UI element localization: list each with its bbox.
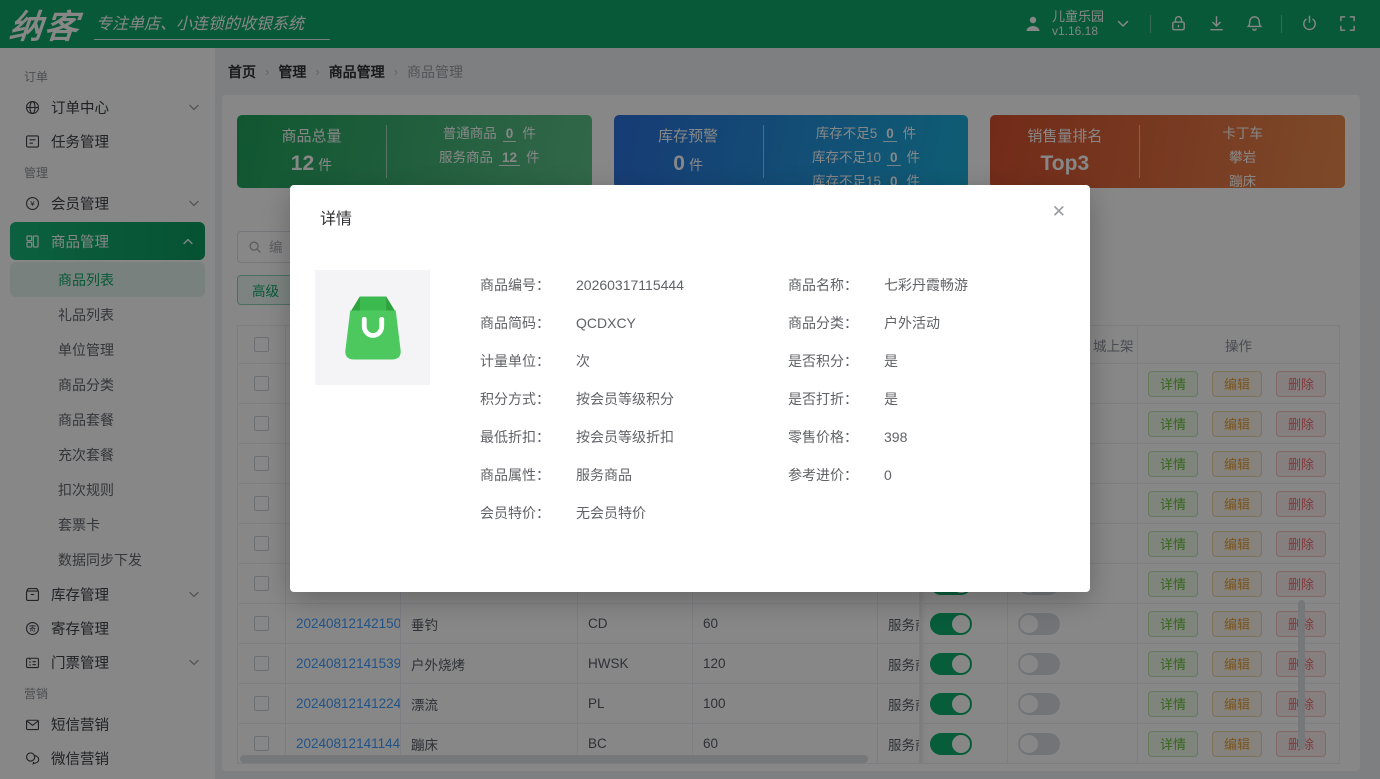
field-value: 0: [884, 467, 892, 483]
field-label: 是否打折：: [788, 389, 870, 409]
close-icon[interactable]: ✕: [1052, 203, 1066, 220]
shopping-bag-icon: [331, 286, 415, 370]
field-value: 服务商品: [576, 465, 632, 485]
field-label: 积分方式：: [480, 389, 562, 409]
field-label: 零售价格：: [788, 427, 870, 447]
field-label: 参考进价：: [788, 465, 870, 485]
field-value: 次: [576, 351, 590, 371]
field-value: 20260317115444: [576, 277, 684, 293]
field-row: 商品属性： 服务商品: [480, 456, 684, 494]
field-label: 商品名称：: [788, 275, 870, 295]
modal-fields-right: 商品名称： 七彩丹霞畅游 商品分类： 户外活动 是否积分： 是 是否打折： 是 零售价格…: [788, 266, 968, 494]
field-label: 最低折扣：: [480, 427, 562, 447]
field-label: 商品编号：: [480, 275, 562, 295]
field-row: 零售价格： 398: [788, 418, 968, 456]
field-row: 商品名称： 七彩丹霞畅游: [788, 266, 968, 304]
field-value: 是: [884, 351, 898, 371]
field-value: 七彩丹霞畅游: [884, 275, 968, 295]
field-label: 商品属性：: [480, 465, 562, 485]
field-row: 最低折扣： 按会员等级折扣: [480, 418, 684, 456]
field-value: 按会员等级折扣: [576, 427, 674, 447]
field-value: 是: [884, 389, 898, 409]
field-value: 无会员特价: [576, 503, 646, 523]
field-row: 是否打折： 是: [788, 380, 968, 418]
field-row: 是否积分： 是: [788, 342, 968, 380]
field-label: 是否积分：: [788, 351, 870, 371]
field-row: 积分方式： 按会员等级积分: [480, 380, 684, 418]
app: 纳客 专注单店、小连锁的收银系统 儿童乐园 v1.16.18: [0, 0, 1380, 779]
field-label: 商品简码：: [480, 313, 562, 333]
field-label: 计量单位：: [480, 351, 562, 371]
detail-modal: 详情 ✕ 商品编号： 20260317115444 商品简码： QCDXCY 计量单…: [290, 185, 1090, 592]
modal-fields-left: 商品编号： 20260317115444 商品简码： QCDXCY 计量单位： 次 积…: [480, 266, 684, 532]
field-value: 398: [884, 429, 907, 445]
field-row: 商品分类： 户外活动: [788, 304, 968, 342]
product-image: [315, 270, 430, 385]
field-value: QCDXCY: [576, 315, 636, 331]
field-row: 会员特价： 无会员特价: [480, 494, 684, 532]
field-label: 商品分类：: [788, 313, 870, 333]
field-row: 参考进价： 0: [788, 456, 968, 494]
field-row: 计量单位： 次: [480, 342, 684, 380]
field-value: 户外活动: [884, 313, 940, 333]
modal-title: 详情: [320, 205, 352, 229]
field-row: 商品简码： QCDXCY: [480, 304, 684, 342]
field-value: 按会员等级积分: [576, 389, 674, 409]
field-row: 商品编号： 20260317115444: [480, 266, 684, 304]
field-label: 会员特价：: [480, 503, 562, 523]
